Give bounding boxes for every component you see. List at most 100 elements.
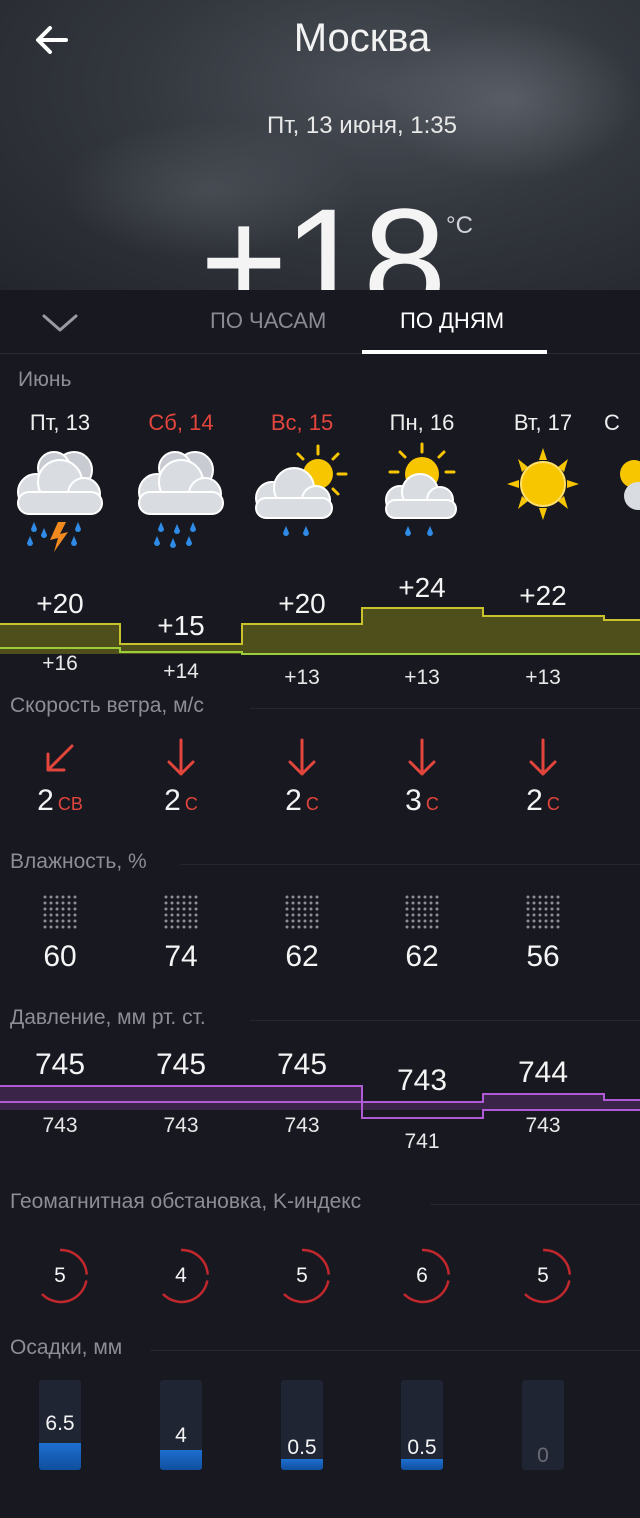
day-label: Сб, 14 — [148, 410, 214, 435]
day-label: Пт, 13 — [29, 410, 91, 435]
wind-section-title: Скорость ветра, м/с — [10, 694, 204, 717]
wind-speed: 2 — [37, 784, 54, 817]
day-column-header[interactable]: Пт, 13 — [0, 410, 120, 436]
pressure-high: 744 — [517, 1056, 569, 1089]
pressure-low: 743 — [525, 1114, 561, 1137]
arrow-down-left-icon — [46, 744, 74, 772]
divider — [250, 708, 640, 709]
pressure-low: 743 — [42, 1114, 78, 1137]
humidity-section-title: Влажность, % — [10, 850, 147, 873]
wind-speed: 3 — [405, 784, 422, 817]
humidity-value: 56 — [526, 940, 560, 973]
precip-fill — [39, 1443, 81, 1470]
day-label-partial: С — [604, 410, 620, 435]
geomagnetic-section-title: Геомагнитная обстановка, K-индекс — [10, 1190, 362, 1213]
wind-direction: С — [546, 794, 560, 814]
temp-low: +13 — [525, 666, 561, 689]
precip-value: 0.5 — [287, 1436, 317, 1459]
date-time: Пт, 13 июня, 1:35 — [267, 112, 457, 139]
temp-high: +24 — [398, 572, 446, 603]
day-label: Вс, 15 — [270, 410, 334, 435]
thunderstorm-rain-icon — [17, 451, 103, 552]
divider — [250, 1020, 640, 1021]
temp-low: +13 — [284, 666, 320, 689]
day-column-header[interactable]: Сб, 14 — [121, 410, 241, 436]
pressure-low: 743 — [284, 1114, 320, 1137]
humidity-dots-icon — [405, 895, 439, 929]
day-column-header-partial: С — [604, 410, 640, 436]
humidity-value: 74 — [164, 940, 198, 973]
month-label: Июнь — [18, 368, 72, 391]
temp-high: +20 — [36, 588, 84, 619]
wind-direction: СВ — [57, 794, 83, 814]
tab-daily[interactable]: ПО ДНЯМ — [400, 308, 504, 334]
divider — [430, 1204, 640, 1205]
active-tab-indicator — [362, 350, 547, 354]
arrow-down-icon — [408, 738, 436, 776]
current-temperature: +18 — [200, 177, 446, 290]
humidity-dots-icon — [43, 895, 77, 929]
k-index-value: 4 — [175, 1264, 187, 1287]
pressure-low: 743 — [163, 1114, 199, 1137]
header-background: Москва Пт, 13 июня, 1:35 +18 °C — [0, 0, 640, 290]
day-label: Пн, 16 — [389, 410, 455, 435]
arrow-down-icon — [167, 738, 195, 776]
pressure-section-title: Давление, мм рт. ст. — [10, 1006, 206, 1029]
pressure-high: 745 — [34, 1048, 86, 1081]
forecast-panel: ПО ЧАСАМ ПО ДНЯМ Июнь Пт, 13 Сб, 14 Вс, … — [0, 290, 640, 1518]
heavy-rain-icon — [138, 451, 224, 548]
day-label: Вт, 17 — [513, 410, 573, 435]
tab-bar: ПО ЧАСАМ ПО ДНЯМ — [0, 290, 640, 354]
sun-cloud-rain-icon — [255, 444, 348, 536]
precip-value: 0.5 — [407, 1436, 437, 1459]
precip-fill — [281, 1458, 323, 1470]
chevron-down-icon[interactable] — [40, 308, 80, 336]
humidity-dots-icon — [285, 895, 319, 929]
wind-direction: С — [305, 794, 319, 814]
pressure-high: 743 — [396, 1064, 448, 1097]
wind-value: 2С — [242, 784, 362, 818]
pressure-high: 745 — [276, 1048, 328, 1081]
temp-low: +13 — [404, 666, 440, 689]
city-title: Москва — [293, 16, 431, 60]
divider — [150, 1350, 640, 1351]
wind-speed: 2 — [526, 784, 543, 817]
day-column-header[interactable]: Пн, 16 — [362, 410, 482, 436]
tab-hourly[interactable]: ПО ЧАСАМ — [210, 308, 326, 334]
wind-value: 2С — [483, 784, 603, 818]
precip-value: 6.5 — [45, 1412, 75, 1435]
precipitation-section-title: Осадки, мм — [10, 1336, 123, 1359]
humidity-dots-icon — [526, 895, 560, 929]
partial-weather-icon — [620, 460, 640, 510]
pressure-low: 741 — [404, 1130, 440, 1153]
humidity-dots-icon — [164, 895, 198, 929]
temp-high: +15 — [157, 610, 205, 641]
day-column-header[interactable]: Вс, 15 — [242, 410, 362, 436]
arrow-down-icon — [288, 738, 316, 776]
divider — [180, 864, 640, 865]
k-index-value: 5 — [296, 1264, 308, 1287]
day-column-header[interactable]: Вт, 17 — [483, 410, 603, 436]
wind-value: 2С — [121, 784, 241, 818]
wind-speed: 2 — [164, 784, 181, 817]
wind-direction: С — [425, 794, 439, 814]
sun-cloud-rain-icon — [385, 442, 457, 536]
arrow-down-icon — [529, 738, 557, 776]
humidity-value: 60 — [43, 940, 77, 973]
precip-fill — [401, 1458, 443, 1470]
k-index-value: 6 — [416, 1264, 428, 1287]
humidity-value: 62 — [405, 940, 439, 973]
k-index-value: 5 — [537, 1264, 549, 1287]
wind-value: 2 СВ — [0, 784, 120, 818]
temp-high: +20 — [278, 588, 326, 619]
precip-value: 0 — [537, 1444, 549, 1467]
temp-low: +14 — [163, 660, 199, 683]
pressure-high: 745 — [155, 1048, 207, 1081]
sun-icon — [507, 448, 579, 520]
precip-fill — [160, 1449, 202, 1470]
precip-value: 4 — [175, 1424, 187, 1447]
temperature-unit: °C — [446, 212, 473, 239]
wind-speed: 2 — [285, 784, 302, 817]
humidity-value: 62 — [285, 940, 319, 973]
wind-value: 3С — [362, 784, 482, 818]
